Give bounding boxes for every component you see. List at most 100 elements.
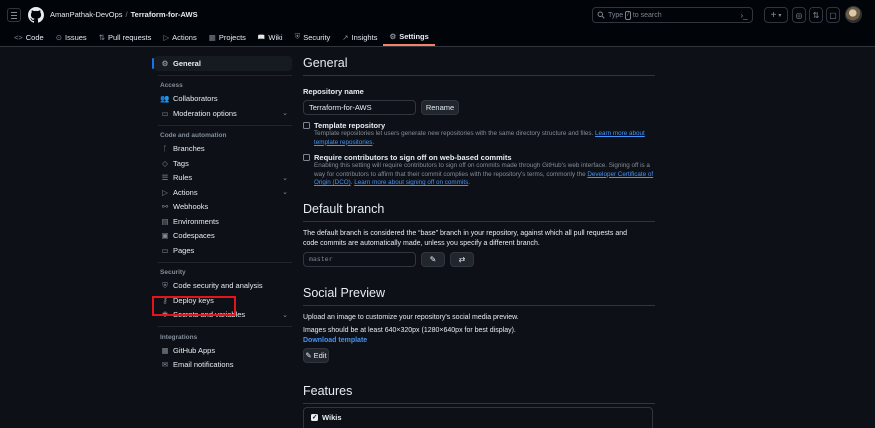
signoff-learn-more-link[interactable]: Learn more about signing off on commits: [354, 179, 468, 186]
sidebar-item-actions[interactable]: ▷ Actions ⌄: [154, 185, 292, 200]
edit-label: Edit: [313, 350, 327, 360]
sidebar-item-general[interactable]: ⚙ General: [152, 56, 292, 71]
people-icon: 👥: [160, 94, 170, 104]
mail-icon: ✉: [161, 360, 169, 370]
global-header: AmanPathak-DevOps / Terraform-for-AWS Type…: [0, 0, 875, 47]
sidebar-item-rules[interactable]: ☰ Rules ⌄: [154, 171, 292, 186]
default-branch-field: master: [303, 251, 416, 267]
rename-button[interactable]: Rename: [421, 100, 459, 115]
repo-name-input[interactable]: Terraform-for-AWS: [303, 100, 416, 115]
sidebar-item-github-apps[interactable]: ▦ GitHub Apps: [154, 343, 292, 358]
menu-button[interactable]: [7, 8, 21, 22]
sidebar-item-webhooks[interactable]: ⚯ Webhooks: [154, 200, 292, 215]
search-input[interactable]: Type / to search: [592, 7, 753, 23]
sidebar-item-collaborators[interactable]: 👥 Collaborators: [154, 92, 292, 107]
sidebar-heading-integrations: Integrations: [160, 333, 198, 341]
divider: [158, 261, 292, 263]
repo-name-label: Repository name: [303, 87, 364, 96]
settings-main: General Repository name Terraform-for-AW…: [303, 56, 655, 428]
signoff-checkbox[interactable]: [303, 154, 310, 161]
branch-icon: ᚴ: [162, 144, 168, 154]
pencil-icon: ✎: [429, 254, 437, 264]
sidebar-item-moderation[interactable]: ▭ Moderation options ⌄: [154, 106, 292, 121]
divider: [303, 220, 655, 222]
sidebar-item-environments[interactable]: ▤ Environments: [154, 214, 292, 229]
gear-icon: ⚙: [161, 58, 169, 68]
sidebar-heading-security: Security: [160, 269, 186, 276]
wikis-checkbox[interactable]: [311, 413, 318, 421]
sidebar-item-code-security[interactable]: ⛨ Code security and analysis: [154, 279, 292, 294]
tab-label: Issues: [65, 32, 87, 42]
repo-link[interactable]: Terraform-for-AWS: [131, 10, 198, 19]
chevron-down-icon: ⌄: [282, 189, 288, 197]
search-icon: [597, 11, 605, 19]
tab-actions[interactable]: ▷ Actions: [157, 28, 202, 46]
book-icon: 📖: [257, 34, 266, 41]
edit-social-preview-button[interactable]: ✎ Edit: [303, 347, 329, 363]
issues-icon[interactable]: ◎: [792, 7, 806, 23]
social-preview-title: Social Preview: [303, 285, 385, 300]
tab-issues[interactable]: ⊙ Issues: [50, 28, 93, 46]
search-shortcut-key: /: [625, 10, 631, 20]
table-icon: ▦: [208, 32, 216, 42]
tab-code[interactable]: <> Code: [8, 28, 50, 46]
tab-projects[interactable]: ▦ Projects: [203, 28, 252, 46]
avatar[interactable]: [845, 6, 862, 23]
tab-security[interactable]: ⛨ Security: [289, 28, 337, 46]
tab-wiki[interactable]: 📖 Wiki: [252, 28, 289, 46]
graph-icon: ↗: [342, 32, 349, 42]
sidebar-item-label: Collaborators: [173, 94, 218, 104]
page-title: General: [303, 56, 348, 70]
divider: [303, 304, 655, 306]
template-checkbox[interactable]: [303, 122, 310, 129]
play-icon: ▷: [163, 32, 170, 42]
comment-icon: ▭: [161, 108, 169, 118]
switch-branch-button[interactable]: ⇄: [450, 251, 474, 267]
social-preview-size: Images should be at least 640×320px (128…: [303, 326, 516, 334]
divider: [158, 74, 292, 76]
sidebar-item-codespaces[interactable]: ▣ Codespaces: [154, 229, 292, 244]
command-palette-icon[interactable]: ›_: [737, 7, 751, 23]
breadcrumb: AmanPathak-DevOps / Terraform-for-AWS: [50, 10, 198, 19]
tab-insights[interactable]: ↗ Insights: [336, 28, 383, 46]
sidebar-item-label: Rules: [173, 173, 193, 183]
default-branch-desc: The default branch is considered the “ba…: [303, 229, 627, 247]
pull-requests-icon[interactable]: ⇅: [809, 7, 823, 23]
chevron-down-icon: ⌄: [282, 311, 288, 319]
edit-branch-button[interactable]: ✎: [421, 251, 445, 267]
sidebar-item-branches[interactable]: ᚴ Branches: [154, 142, 292, 157]
sidebar-item-pages[interactable]: ▭ Pages: [154, 243, 292, 258]
arrow-switch-icon: ⇄: [458, 254, 466, 264]
issue-icon: ⊙: [55, 32, 62, 42]
pencil-icon: ✎: [305, 350, 312, 360]
sidebar-heading-code: Code and automation: [160, 132, 227, 139]
pull-request-icon: ⇅: [98, 32, 105, 42]
server-icon: ▤: [161, 216, 169, 226]
code-icon: <>: [14, 32, 23, 42]
chevron-down-icon: ⌄: [282, 174, 288, 182]
tag-icon: ◇: [162, 158, 168, 168]
caret-down-icon: ▾: [778, 12, 782, 19]
inbox-icon[interactable]: ▢: [826, 7, 840, 23]
owner-link[interactable]: AmanPathak-DevOps: [50, 10, 123, 19]
shield-icon: ⛨: [294, 32, 301, 41]
tab-label: Code: [25, 32, 44, 42]
sidebar-item-label: Webhooks: [173, 202, 209, 212]
create-new-button[interactable]: + ▾: [764, 7, 788, 23]
sidebar-heading-access: Access: [160, 82, 183, 89]
highlight-box: [152, 296, 236, 316]
tab-settings[interactable]: ⚙ Settings: [383, 28, 435, 46]
play-icon: ▷: [162, 187, 168, 197]
tab-label: Actions: [172, 32, 197, 42]
shield-lock-icon: ⛨: [162, 280, 168, 290]
sidebar-item-label: Environments: [173, 216, 219, 226]
repo-nav-tabs: <> Code ⊙ Issues ⇅ Pull requests ▷ Actions ▦…: [8, 28, 435, 46]
download-template-link[interactable]: Download template: [303, 337, 655, 344]
sidebar-item-email[interactable]: ✉ Email notifications: [154, 358, 292, 373]
sidebar-item-tags[interactable]: ◇ Tags: [154, 156, 292, 171]
apps-icon: ▦: [161, 345, 169, 355]
tab-pull-requests[interactable]: ⇅ Pull requests: [93, 28, 158, 46]
codespaces-icon: ▣: [161, 231, 169, 241]
github-logo-icon[interactable]: [28, 7, 44, 23]
tab-label: Insights: [351, 32, 378, 42]
